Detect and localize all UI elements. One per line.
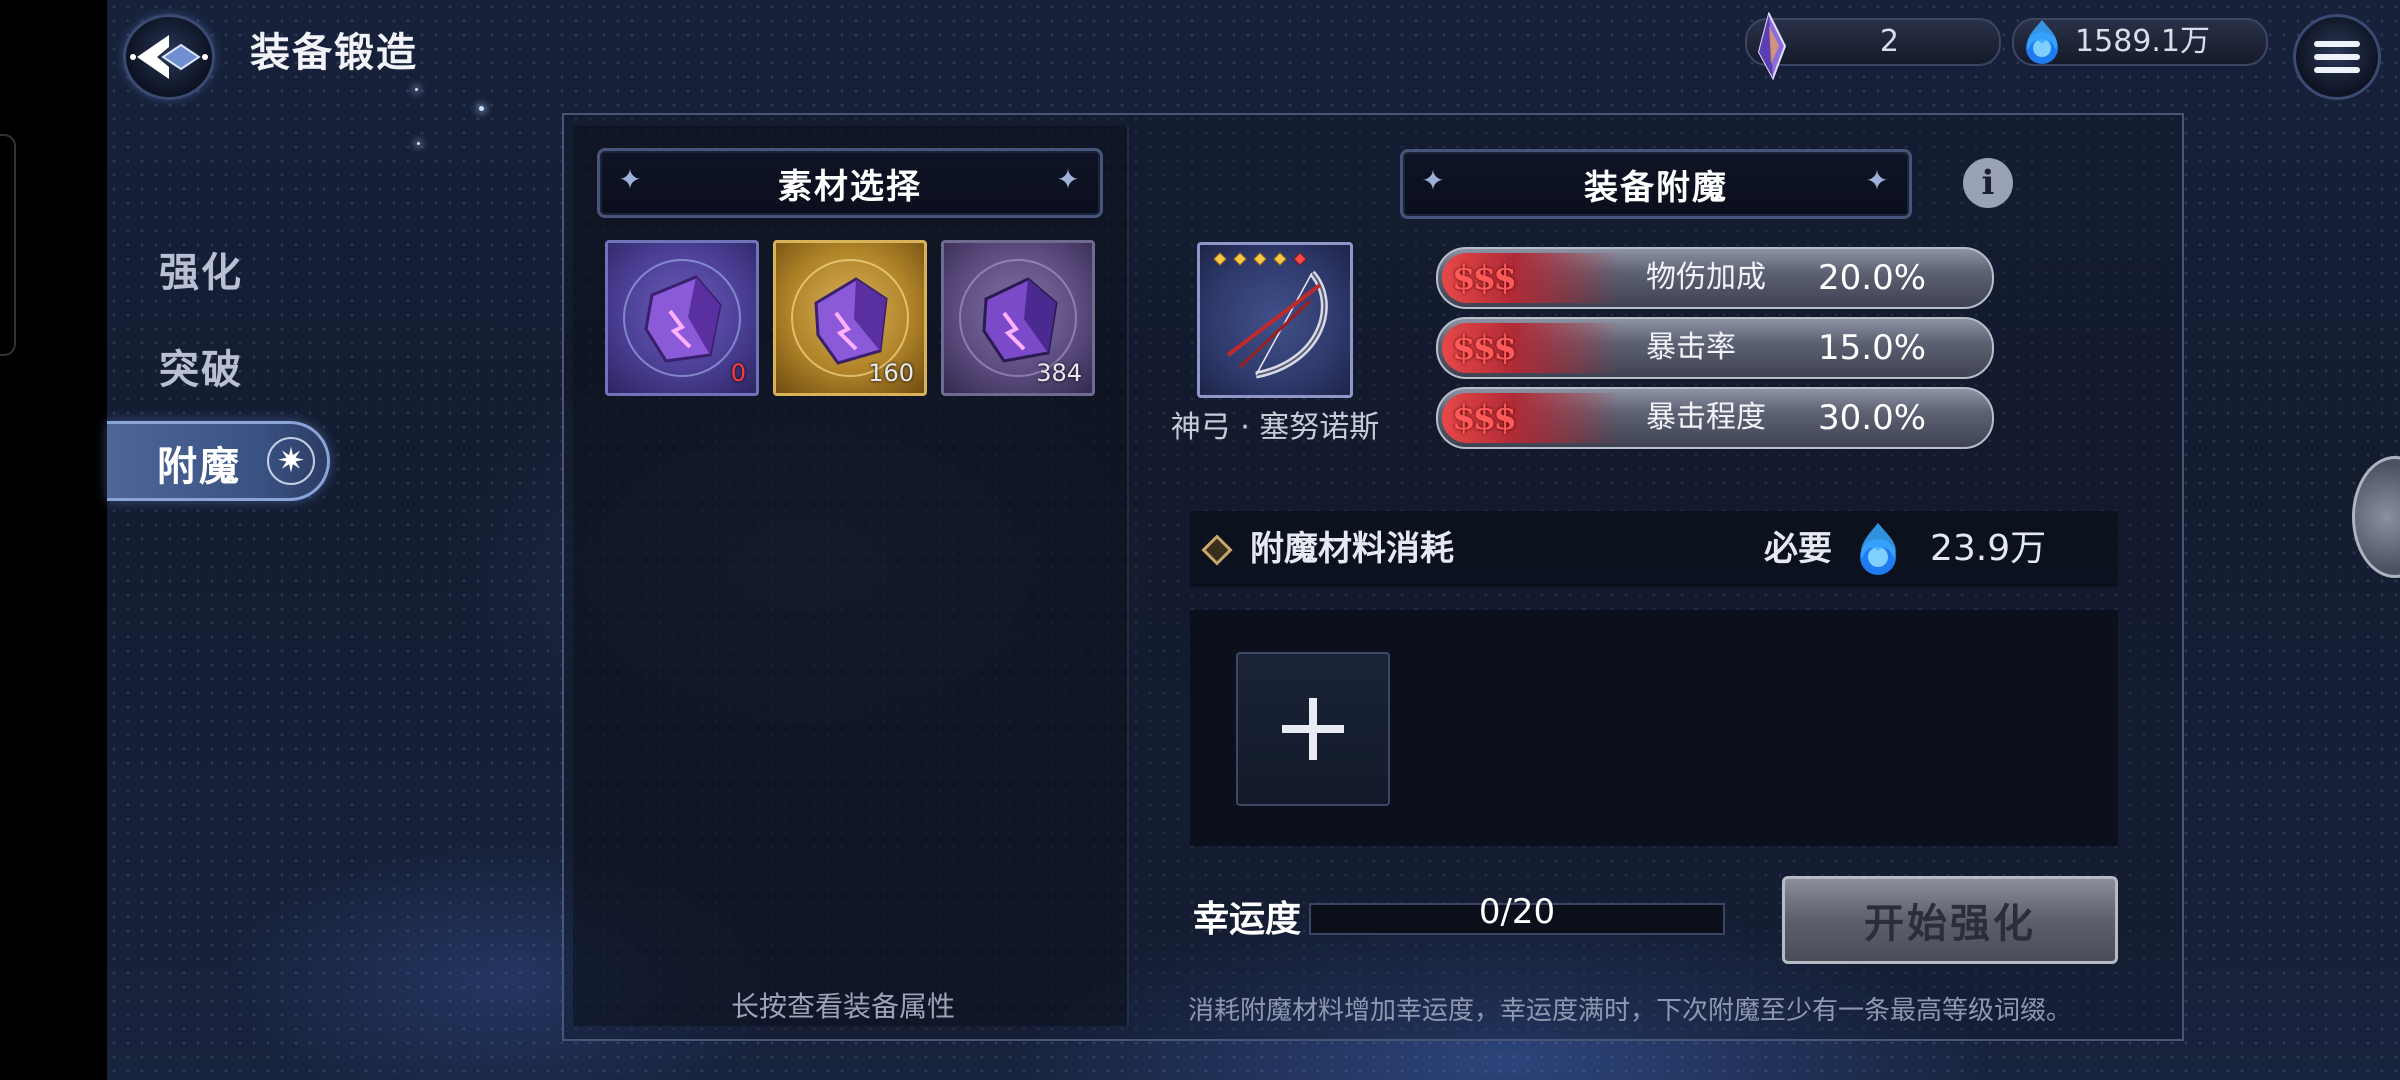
enchant-section-title: ✦ 装备附魔 ✦ (1400, 149, 1912, 219)
hamburger-icon-bar (2314, 41, 2360, 47)
orb-currency[interactable]: 1589.1万 (2012, 18, 2268, 66)
nav-enhance[interactable]: 强化 (159, 240, 243, 298)
long-press-hint: 长按查看装备属性 (731, 990, 956, 1023)
material-count: 160 (868, 359, 914, 387)
stat-value: 30.0% (1818, 398, 1927, 438)
ornament-star-icon: ✦ (1056, 163, 1082, 196)
back-button[interactable] (123, 14, 215, 100)
crystal-amount: 2 (1879, 24, 1899, 59)
material-count: 0 (730, 359, 746, 387)
info-icon[interactable]: i (1963, 158, 2013, 208)
star-sparkle (415, 88, 418, 91)
blue-flame-orb-icon (1860, 523, 1896, 575)
stat-name: 暴击率 (1646, 330, 1736, 365)
material-slot[interactable]: 0 (605, 240, 759, 396)
material-slot[interactable]: 384 (941, 240, 1095, 396)
material-cost-row: 附魔材料消耗 必要 23.9万 (1190, 511, 2118, 587)
device-edge (0, 134, 16, 356)
hamburger-icon-bar (2314, 67, 2360, 73)
cost-required-label: 必要 (1764, 529, 1832, 569)
stat-tier-badge: $$$ (1442, 393, 1622, 443)
star-sparkle (417, 142, 420, 145)
crystal-currency[interactable]: 2 (1745, 12, 2001, 81)
diamond-bullet-icon (1201, 534, 1233, 566)
ornament-star-icon: ✦ (1421, 164, 1447, 197)
equipment-slot[interactable] (1197, 242, 1353, 398)
enchant-stat-row: $$$ 暴击率 15.0% (1436, 317, 1994, 379)
stat-value: 15.0% (1818, 328, 1927, 368)
enchant-stat-row: $$$ 暴击程度 30.0% (1436, 387, 1994, 449)
blue-flame-orb-icon (2026, 20, 2058, 64)
sparkle-icon: ✷ (267, 437, 315, 485)
material-count: 384 (1036, 359, 1082, 387)
stat-tier-badge: $$$ (1442, 253, 1622, 303)
enchant-footer-hint: 消耗附魔材料增加幸运度，幸运度满时，下次附魔至少有一条最高等级词缀。 (1188, 996, 2073, 1026)
ornament-star-icon: ✦ (618, 163, 644, 196)
hamburger-icon-bar (2314, 54, 2360, 60)
cost-amount: 23.9万 (1930, 528, 2047, 569)
luck-value: 0/20 (1478, 892, 1556, 932)
enchant-stat-row: $$$ 物伤加成 20.0% (1436, 247, 1994, 309)
add-material-button[interactable] (1236, 652, 1390, 806)
menu-button[interactable] (2293, 14, 2381, 100)
material-section-title: ✦ 素材选择 ✦ (597, 148, 1103, 218)
stat-name: 暴击程度 (1646, 400, 1766, 435)
equipment-name: 神弓 · 塞努诺斯 (1170, 410, 1380, 445)
crystal-icon (1757, 12, 1787, 81)
material-title-text: 素材选择 (778, 166, 922, 207)
ornament-star-icon: ✦ (1865, 164, 1891, 197)
bow-weapon-icon (1213, 252, 1328, 379)
page-title: 装备锻造 (250, 30, 418, 76)
nav-breakthrough[interactable]: 突破 (159, 337, 243, 395)
stat-value: 20.0% (1818, 258, 1927, 298)
plus-icon (1282, 698, 1344, 760)
nav-enchant-active[interactable]: 附魔 ✷ (107, 421, 330, 501)
enchant-title-text: 装备附魔 (1584, 167, 1728, 208)
material-slot[interactable]: 160 (773, 240, 927, 396)
back-arrow-icon (130, 35, 208, 79)
orb-amount: 1589.1万 (2075, 24, 2210, 59)
cost-label: 附魔材料消耗 (1250, 529, 1454, 569)
start-enchant-button[interactable]: 开始强化 (1782, 876, 2118, 964)
star-sparkle (479, 106, 484, 111)
nav-enchant-label: 附魔 (157, 444, 241, 490)
stat-name: 物伤加成 (1646, 260, 1766, 295)
luck-label: 幸运度 (1193, 899, 1302, 940)
stat-tier-badge: $$$ (1442, 323, 1622, 373)
